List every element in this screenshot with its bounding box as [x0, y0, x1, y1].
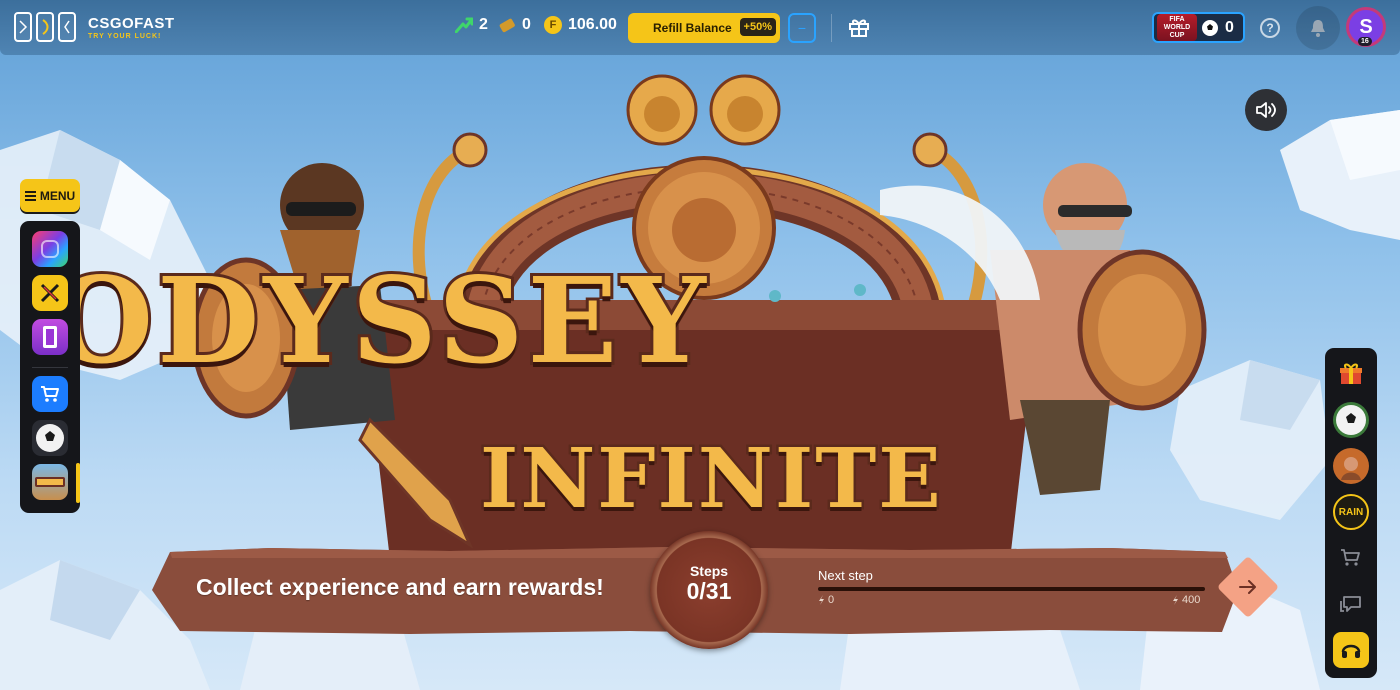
menu-button[interactable]: MENU [20, 179, 80, 212]
rr-rain[interactable]: RAIN [1333, 494, 1369, 530]
rr-gift[interactable] [1333, 356, 1369, 392]
rail-item-odyssey-infinite[interactable] [32, 464, 68, 500]
speaker-icon [1256, 102, 1276, 118]
notifications-button[interactable] [1296, 6, 1340, 50]
rr-chat[interactable] [1333, 586, 1369, 622]
rr-support[interactable] [1333, 632, 1369, 668]
experience-count: 2 [479, 16, 488, 33]
lightning-icon [819, 595, 824, 605]
rain-label: RAIN [1338, 506, 1364, 518]
gift-box-icon [1340, 363, 1362, 384]
rail-item-swords[interactable] [32, 275, 68, 311]
colors-game-icon [41, 240, 59, 258]
cart-icon [1341, 549, 1360, 566]
football-icon [1336, 405, 1366, 435]
rail-item-colors[interactable] [32, 231, 68, 267]
fifa-world-cup-logo: FIFA WORLD CUP [1157, 14, 1197, 41]
hero-title-odyssey: ODYSSEY [47, 251, 710, 390]
left-game-rail [20, 221, 80, 513]
rail-active-indicator [76, 463, 80, 503]
cart-icon [41, 386, 59, 402]
progress-min: 0 [818, 594, 834, 606]
banner-message: Collect experience and earn rewards! [196, 574, 604, 600]
fifa-event-button[interactable]: FIFA WORLD CUP 0 [1152, 12, 1245, 43]
sound-toggle-button[interactable] [1245, 89, 1287, 131]
rail-separator [32, 367, 68, 368]
rail-item-door[interactable] [32, 319, 68, 355]
coin-icon: F [544, 16, 562, 34]
brand-tagline: TRY YOUR LUCK! [88, 32, 162, 40]
top-bar: CSGOFAST TRY YOUR LUCK! 2 0 F 106.00 Ref… [0, 0, 1400, 55]
header-divider [831, 14, 832, 42]
balance-stat[interactable]: F 106.00 [544, 16, 617, 34]
ticket-icon [499, 18, 515, 33]
experience-progress-bar [818, 587, 1205, 591]
next-step-label: Next step [818, 568, 873, 583]
rail-item-football[interactable] [32, 420, 68, 456]
rr-football[interactable] [1333, 402, 1369, 438]
fifa-count: 0 [1225, 18, 1234, 36]
lightning-icon [1173, 595, 1178, 605]
hamburger-icon [24, 190, 36, 201]
steps-label: Steps [689, 563, 729, 579]
arrow-right-icon[interactable] [1235, 574, 1261, 600]
user-level-badge: 16 [1358, 37, 1372, 46]
bell-icon [1311, 20, 1325, 37]
collapse-button[interactable]: − [788, 13, 816, 43]
logo-card-icon [58, 12, 76, 42]
refill-balance-button[interactable]: Refill Balance +50% [628, 13, 780, 43]
help-icon[interactable]: ? [1260, 18, 1280, 38]
crossed-swords-icon [40, 283, 60, 303]
gift-icon [849, 19, 869, 37]
odyssey-thumbnail-icon [35, 477, 65, 487]
steps-value: 0/31 [686, 578, 732, 604]
football-icon [36, 424, 64, 452]
balance-value: 106.00 [568, 16, 617, 33]
progress-max-value: 400 [1182, 594, 1201, 606]
rail-item-shop[interactable] [32, 376, 68, 412]
brand-title: CSGOFAST [88, 14, 175, 32]
football-icon [1202, 19, 1218, 36]
refill-label: Refill Balance [653, 21, 732, 35]
chat-icon [1340, 596, 1361, 612]
rr-cart[interactable] [1333, 540, 1369, 576]
door-icon [43, 326, 57, 348]
site-logo[interactable]: CSGOFAST TRY YOUR LUCK! [14, 12, 175, 42]
fighter-avatar-icon [1341, 457, 1361, 480]
menu-label: MENU [39, 188, 76, 203]
arrow-up-icon [455, 17, 473, 33]
progress-max: 400 [1172, 594, 1200, 606]
minus-icon: − [797, 20, 807, 36]
rr-fighter-avatar[interactable] [1333, 448, 1369, 484]
headset-icon [1341, 644, 1361, 658]
logo-card-icon [36, 12, 54, 42]
hero-title-infinite: INFINITE [478, 431, 944, 527]
progress-min-value: 0 [828, 594, 835, 606]
ticket-stat[interactable]: 0 [498, 16, 531, 34]
refill-bonus-badge: +50% [739, 18, 776, 36]
gift-button[interactable] [848, 16, 870, 43]
right-action-rail: RAIN [1325, 348, 1377, 678]
logo-card-icon [14, 12, 32, 42]
ticket-count: 0 [522, 16, 531, 33]
experience-stat[interactable]: 2 [455, 16, 488, 34]
